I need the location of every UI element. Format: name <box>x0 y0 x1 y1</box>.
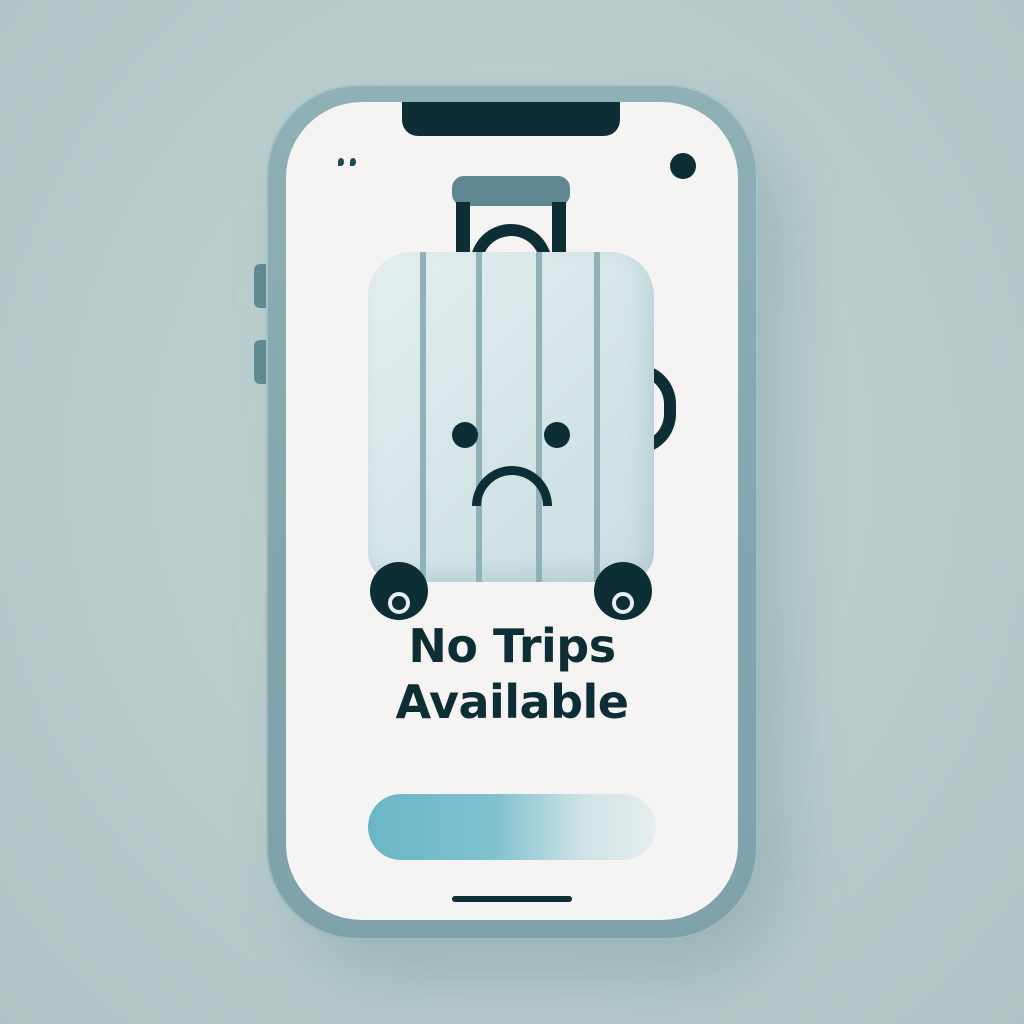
suitcase-handle-pole <box>456 202 470 258</box>
wheel-hub <box>612 592 634 614</box>
suitcase-stripe <box>476 252 482 582</box>
status-dot <box>338 158 344 166</box>
suitcase-wheel <box>370 562 428 620</box>
notch <box>402 102 620 136</box>
suitcase-handle-pole <box>552 202 566 258</box>
suitcase-stripe <box>594 252 600 582</box>
suitcase-body <box>368 252 654 582</box>
suitcase-stripe <box>536 252 542 582</box>
empty-state-message: No Trips Available <box>395 619 629 729</box>
wheel-hub <box>388 592 410 614</box>
sad-suitcase-icon <box>358 174 678 620</box>
home-indicator[interactable] <box>452 896 572 902</box>
status-dots-icon <box>338 158 356 166</box>
suitcase-eye <box>544 422 570 448</box>
suitcase-stripe <box>420 252 426 582</box>
suitcase-wheel <box>594 562 652 620</box>
status-dot <box>350 158 356 166</box>
suitcase-eye <box>452 422 478 448</box>
phone-screen: No Trips Available <box>286 102 738 920</box>
action-button[interactable] <box>368 794 656 860</box>
